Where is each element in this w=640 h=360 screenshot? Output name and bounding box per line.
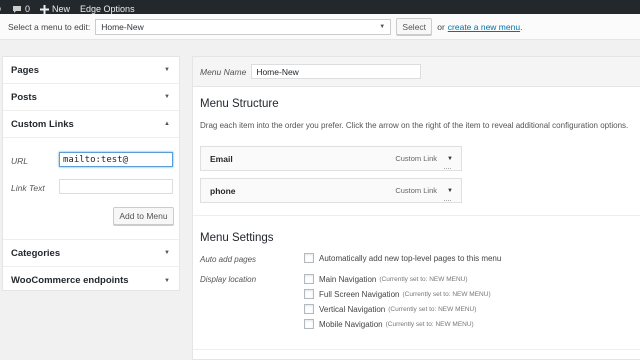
location-mobile-navigation[interactable]: Mobile Navigation (Currently set to: NEW… <box>304 319 474 329</box>
location-name: Full Screen Navigation <box>319 289 400 299</box>
location-note: (Currently set to: NEW MENU) <box>388 305 477 313</box>
location-checkbox[interactable] <box>304 319 314 329</box>
comment-bubble-icon <box>13 5 21 13</box>
select-menu-prompt: Select a menu to edit: <box>8 21 91 32</box>
accordion-posts[interactable]: Posts ▼ <box>3 84 179 111</box>
manage-menus-bar: Select a menu to edit: Home-New ▼ Select… <box>0 14 640 40</box>
accordion-label: Pages <box>11 64 39 76</box>
comments-count: 0 <box>25 4 31 14</box>
menu-item-title: Email <box>210 153 233 164</box>
selected-menu: Home-New <box>101 21 144 32</box>
menu-item-phone[interactable]: phone Custom Link ▼ <box>200 178 462 203</box>
caret-down-icon: ▼ <box>164 94 170 100</box>
select-button[interactable]: Select <box>396 18 433 35</box>
url-value: mailto:test@ <box>63 154 129 165</box>
link-text-input[interactable] <box>59 179 173 194</box>
menu-item-type: Custom Link <box>395 186 437 195</box>
link-text-label: Link Text <box>11 183 45 193</box>
accordion-categories[interactable]: Categories ▼ <box>3 240 179 267</box>
footer-divider <box>193 349 640 350</box>
new-content-menu[interactable]: New <box>40 4 70 14</box>
display-location-label: Display location <box>200 275 257 284</box>
caret-up-icon: ▲ <box>164 121 170 127</box>
add-menu-items-panel: Pages ▼ Posts ▼ Custom Links ▲ URL mailt… <box>2 56 180 291</box>
location-main-navigation[interactable]: Main Navigation (Currently set to: NEW M… <box>304 274 468 284</box>
period-text: . <box>520 21 523 32</box>
menu-structure-title: Menu Structure <box>200 98 279 110</box>
location-name: Main Navigation <box>319 274 377 284</box>
location-full-screen-navigation[interactable]: Full Screen Navigation (Currently set to… <box>304 289 491 299</box>
location-note: (Currently set to: NEW MENU) <box>379 275 468 283</box>
auto-add-checkbox[interactable] <box>304 253 314 263</box>
auto-add-text: Automatically add new top-level pages to… <box>319 253 502 263</box>
menu-name-bar: Menu Name Home-New <box>193 57 640 87</box>
url-input[interactable]: mailto:test@ <box>59 152 173 167</box>
new-label: New <box>52 4 71 14</box>
menu-select-dropdown[interactable]: Home-New ▼ <box>95 18 392 35</box>
location-checkbox[interactable] <box>304 304 314 314</box>
edge-options-menu[interactable]: Edge Options <box>80 4 135 14</box>
menu-item-email[interactable]: Email Custom Link ▼ <box>200 146 462 171</box>
caret-down-icon: ▼ <box>164 277 170 284</box>
wordpress-logo-icon[interactable] <box>0 4 4 14</box>
accordion-pages[interactable]: Pages ▼ <box>3 57 179 84</box>
item-expand-arrow-icon[interactable]: ▼ <box>447 188 453 194</box>
comments-menu[interactable]: 0 <box>12 4 30 14</box>
menu-name-input[interactable]: Home-New <box>251 64 422 79</box>
accordion-label: WooCommerce endpoints <box>11 275 129 286</box>
drag-handle-icon <box>444 200 451 201</box>
location-name: Vertical Navigation <box>319 304 386 314</box>
menu-name-label: Menu Name <box>200 66 247 77</box>
custom-links-form: URL mailto:test@ Link Text Add to Menu <box>3 138 179 240</box>
location-note: (Currently set to: NEW MENU) <box>385 320 474 328</box>
drag-handle-icon <box>444 168 451 169</box>
accordion-label: Custom Links <box>11 118 74 130</box>
or-text: or <box>437 21 445 32</box>
auto-add-option[interactable]: Automatically add new top-level pages to… <box>304 253 501 263</box>
auto-add-pages-label: Auto add pages <box>200 255 257 264</box>
location-vertical-navigation[interactable]: Vertical Navigation (Currently set to: N… <box>304 304 476 314</box>
plus-icon <box>40 4 50 14</box>
accordion-woocommerce-endpoints[interactable]: WooCommerce endpoints ▼ <box>3 267 179 294</box>
accordion-label: Categories <box>11 247 61 259</box>
menu-structure-instructions: Drag each item into the order you prefer… <box>200 121 629 130</box>
create-new-menu-link[interactable]: create a new menu <box>448 22 520 32</box>
caret-down-icon: ▼ <box>164 67 170 73</box>
add-to-menu-button[interactable]: Add to Menu <box>113 207 174 225</box>
menu-item-type: Custom Link <box>395 154 437 163</box>
location-checkbox[interactable] <box>304 274 314 284</box>
item-expand-arrow-icon[interactable]: ▼ <box>447 156 453 162</box>
menu-editor-panel: Menu Name Home-New Menu Structure Drag e… <box>192 56 640 360</box>
location-checkbox[interactable] <box>304 289 314 299</box>
section-divider <box>193 215 640 216</box>
url-label: URL <box>11 156 29 166</box>
accordion-custom-links[interactable]: Custom Links ▲ <box>3 111 179 138</box>
location-name: Mobile Navigation <box>319 319 383 329</box>
location-note: (Currently set to: NEW MENU) <box>402 290 491 298</box>
chevron-down-icon: ▼ <box>379 23 386 30</box>
menu-settings-title: Menu Settings <box>200 232 274 244</box>
caret-down-icon: ▼ <box>164 250 170 256</box>
menu-name-value: Home-New <box>256 66 299 77</box>
accordion-label: Posts <box>11 91 37 103</box>
menu-item-title: phone <box>210 185 236 196</box>
